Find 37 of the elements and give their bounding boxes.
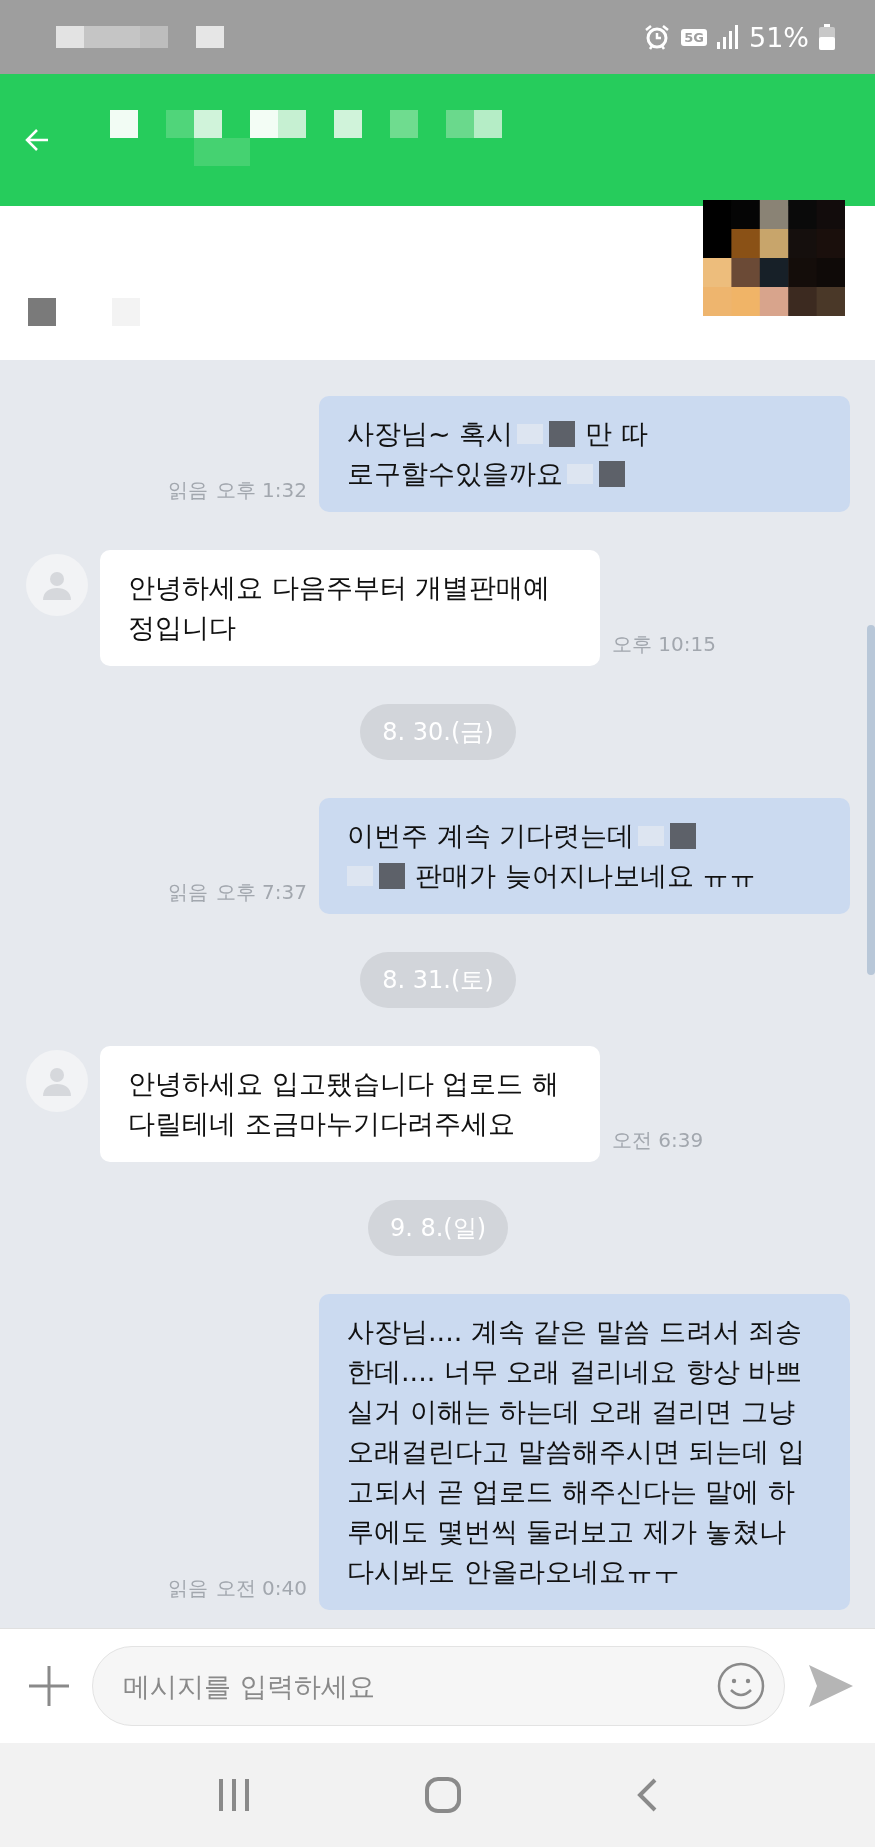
message-time: 오후 10:15 — [612, 631, 716, 658]
recent-apps-icon[interactable] — [217, 1778, 250, 1812]
battery-icon — [819, 24, 835, 50]
message-time: 오전 6:39 — [612, 1127, 704, 1154]
message-text: 사장님.... 계속 같은 말씀 드려서 죄송 — [347, 1315, 803, 1349]
plus-icon[interactable] — [28, 1665, 70, 1707]
network-indicator: 5G — [681, 28, 707, 46]
message-text: 다릴테네 조금마누기다려주세요 — [128, 1107, 515, 1141]
message-text: 로구할수있을까요 — [347, 457, 563, 491]
message-text: 안녕하세요 다음주부터 개별판매예 — [128, 571, 551, 605]
emoji-icon[interactable] — [717, 1662, 765, 1710]
message-text: 사장님~ 혹시 — [347, 417, 514, 451]
scrollbar[interactable] — [867, 625, 875, 975]
message-input[interactable]: 메시지를 입력하세요 — [92, 1646, 785, 1726]
message-text: 다시봐도 안올라오네요ㅠㅜ — [347, 1555, 680, 1589]
message-time: 오전 0:40 — [215, 1575, 307, 1602]
message-time: 오후 1:32 — [215, 477, 307, 504]
message-text: 한데.... 너무 오래 걸리네요 항상 바쁘 — [347, 1355, 803, 1389]
read-receipt: 읽음 — [167, 879, 208, 906]
send-icon[interactable] — [807, 1662, 855, 1710]
signal-icon — [717, 25, 739, 49]
message-text: 정입니다 — [128, 611, 236, 645]
message-text: 루에도 몇번씩 둘러보고 제가 놓쳤나 — [347, 1515, 787, 1549]
message-text: 오래걸린다고 말씀해주시면 되는데 입 — [347, 1435, 805, 1469]
message-text: 고되서 곧 업로드 해주신다는 말에 하 — [347, 1475, 795, 1509]
back-arrow-icon[interactable] — [24, 127, 50, 153]
home-icon[interactable] — [424, 1777, 461, 1813]
message-text: 만 따 — [585, 417, 648, 451]
message-text: 판매가 늦어지나보네요 ㅠㅠ — [415, 859, 757, 893]
back-icon[interactable] — [635, 1778, 658, 1812]
message-text: 이번주 계속 기다렷는데 — [347, 819, 635, 853]
battery-level: 51% — [749, 21, 809, 53]
message-text: 실거 이해는 하는데 오래 걸리면 그냥 — [347, 1395, 795, 1429]
read-receipt: 읽음 — [167, 477, 208, 504]
read-receipt: 읽음 — [167, 1575, 208, 1602]
message-text: 안녕하세요 입고됐습니다 업로드 해 — [128, 1067, 559, 1101]
message-time: 오후 7:37 — [215, 879, 307, 906]
